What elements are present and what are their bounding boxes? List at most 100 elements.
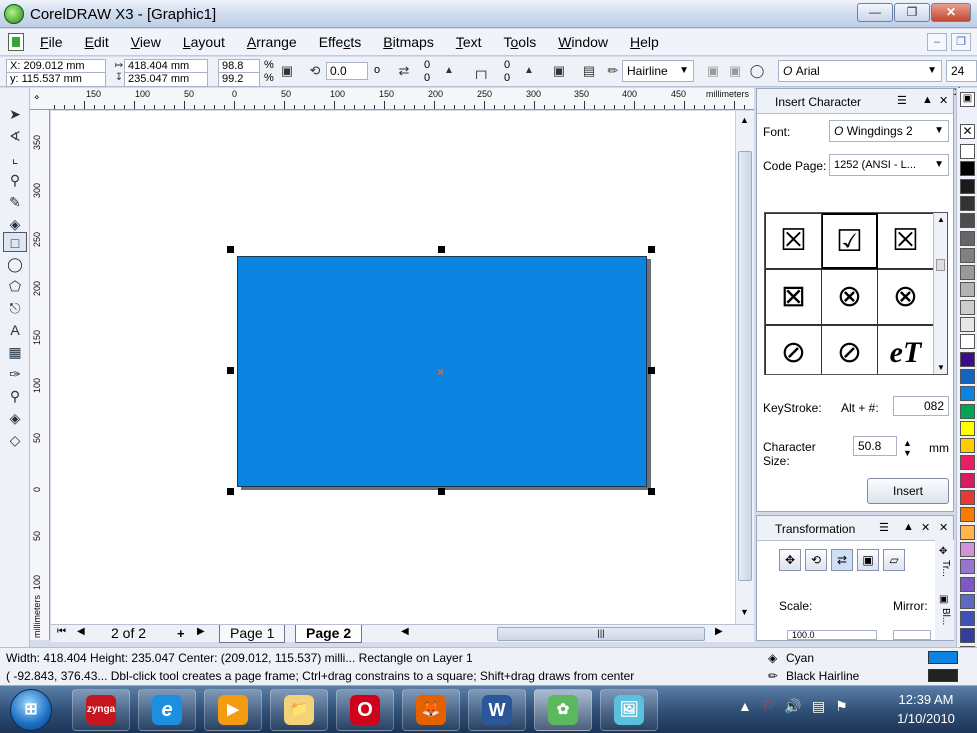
- height-field[interactable]: 235.047 mm: [124, 72, 208, 87]
- color-swatch[interactable]: [960, 299, 975, 315]
- docker-close-icon[interactable]: ✕: [939, 94, 948, 107]
- color-swatch[interactable]: [960, 213, 975, 229]
- selection-handle[interactable]: [438, 488, 445, 495]
- taskbar-firefox[interactable]: 🦊: [402, 689, 460, 731]
- previous-page-icon[interactable]: ◀: [77, 626, 85, 637]
- color-swatch[interactable]: [960, 178, 975, 194]
- palette-menu-icon[interactable]: ▣: [960, 92, 975, 107]
- pick-tool-icon[interactable]: ➤: [3, 104, 27, 124]
- menu-edit[interactable]: Edit: [85, 34, 109, 50]
- color-swatch[interactable]: [960, 524, 975, 540]
- color-swatch[interactable]: [960, 317, 975, 332]
- corner-4-value[interactable]: 0: [504, 72, 510, 84]
- selection-handle[interactable]: [648, 488, 655, 495]
- no-fill-swatch[interactable]: ✕: [960, 124, 975, 139]
- font-size-select[interactable]: 24 pt: [946, 60, 977, 98]
- lock-ratio-icon[interactable]: ▣: [278, 62, 296, 80]
- color-swatch[interactable]: [960, 334, 975, 350]
- color-swatch[interactable]: [960, 593, 975, 609]
- menu-arrange[interactable]: Arrange: [247, 34, 297, 50]
- mirror-icon[interactable]: ⇄: [395, 62, 413, 80]
- restore-button[interactable]: ❐: [894, 3, 930, 22]
- corner-1-value[interactable]: 0: [424, 59, 430, 71]
- taskbar-media-player[interactable]: ▶: [204, 689, 262, 731]
- rectangle-tool-icon[interactable]: □: [3, 232, 27, 252]
- color-swatch[interactable]: [960, 403, 975, 419]
- color-swatch[interactable]: [960, 368, 975, 384]
- size-icon[interactable]: ▣: [857, 549, 879, 571]
- color-swatch[interactable]: [960, 628, 975, 644]
- menu-tools[interactable]: Tools: [504, 34, 537, 50]
- insert-button[interactable]: Insert: [867, 478, 949, 504]
- color-swatch[interactable]: [960, 576, 975, 592]
- selection-handle[interactable]: [438, 246, 445, 253]
- polygon-tool-icon[interactable]: ⬠: [3, 276, 27, 296]
- vertical-scrollbar[interactable]: ▲ ▼: [735, 111, 754, 624]
- docker-close-icon[interactable]: ✕: [921, 521, 930, 534]
- y-position-field[interactable]: y: 115.537 mm: [6, 72, 106, 87]
- taskbar-internet-explorer[interactable]: e: [138, 689, 196, 731]
- character-grid-scrollbar[interactable]: ▲ ▼: [933, 213, 947, 374]
- zoom-tool-icon[interactable]: ⚲: [3, 170, 27, 190]
- doc-restore-button[interactable]: ❐: [951, 33, 971, 51]
- tab-page-1[interactable]: Page 1: [219, 625, 286, 643]
- ruler-origin-icon[interactable]: ⋄: [34, 92, 40, 103]
- color-swatch[interactable]: [960, 386, 975, 402]
- rotation-center-icon[interactable]: ×: [437, 365, 444, 379]
- taskbar-explorer[interactable]: 📁: [270, 689, 328, 731]
- text-tool-icon[interactable]: A: [3, 320, 27, 340]
- show-hidden-icons[interactable]: ▲: [738, 698, 752, 715]
- round-corners-icon[interactable]: ▣: [550, 62, 568, 80]
- outline-width-select[interactable]: Hairline ▼: [622, 60, 694, 82]
- docker-collapse-icon[interactable]: ▲: [922, 94, 933, 106]
- color-swatch[interactable]: [960, 438, 975, 454]
- document-icon[interactable]: [8, 33, 24, 51]
- menu-text[interactable]: Text: [456, 34, 482, 50]
- menu-effects[interactable]: Effects: [319, 34, 362, 50]
- to-front-icon[interactable]: ▣: [704, 62, 722, 80]
- code-page-select[interactable]: 1252 (ANSI - L... ▼: [829, 154, 949, 176]
- scale-field[interactable]: 100.0: [787, 630, 877, 640]
- character-cell[interactable]: ☒: [765, 213, 822, 269]
- character-font-select[interactable]: O Wingdings 2 ▼: [829, 120, 949, 142]
- fill-color-swatch[interactable]: [928, 651, 958, 664]
- keystroke-field[interactable]: 082: [893, 396, 949, 416]
- to-back-icon[interactable]: ▣: [726, 62, 744, 80]
- horizontal-ruler[interactable]: ⋄ millimeters 150 100 50 0 50 100 150 200 250 300…: [30, 88, 754, 110]
- color-swatch[interactable]: [960, 490, 975, 505]
- smart-fill-tool-icon[interactable]: ◈: [3, 214, 27, 234]
- add-page-icon[interactable]: +: [177, 626, 185, 641]
- selection-handle[interactable]: [227, 488, 234, 495]
- wrap-text-icon[interactable]: ▤: [580, 62, 598, 80]
- vertical-scroll-thumb[interactable]: [738, 151, 752, 581]
- crop-tool-icon[interactable]: ⌞: [3, 148, 27, 168]
- spinner-icon-2[interactable]: ▲: [520, 62, 538, 80]
- close-button[interactable]: ✕: [931, 3, 971, 22]
- shape-tool-icon[interactable]: ∢: [3, 126, 27, 146]
- outline-tool-icon[interactable]: ⚲: [3, 386, 27, 406]
- tab-page-2[interactable]: Page 2: [295, 625, 363, 643]
- transform-tab-icon[interactable]: ✥: [939, 546, 947, 557]
- system-clock[interactable]: 12:39 AM 1/10/2010: [886, 690, 966, 728]
- convert-to-curves-icon[interactable]: ◯: [748, 62, 766, 80]
- color-swatch[interactable]: [960, 541, 975, 557]
- scroll-right-icon[interactable]: ▶: [715, 626, 723, 637]
- color-swatch[interactable]: [960, 559, 975, 575]
- skew-icon[interactable]: ▱: [883, 549, 905, 571]
- docker-close-all-icon[interactable]: ✕: [939, 521, 948, 534]
- fill-tool-icon[interactable]: ◈: [3, 408, 27, 428]
- character-cell[interactable]: eT: [877, 325, 934, 374]
- color-swatch[interactable]: [960, 247, 975, 263]
- docker-grip-icon[interactable]: ☰: [879, 521, 889, 534]
- interactive-fill-tool-icon[interactable]: ◇: [3, 430, 27, 450]
- size-spinner-icon[interactable]: ▲ ▼: [903, 438, 912, 458]
- action-center-icon[interactable]: ⚑: [835, 698, 848, 715]
- color-swatch[interactable]: [960, 282, 975, 298]
- volume-icon[interactable]: 🔊: [784, 698, 801, 715]
- selection-handle[interactable]: [648, 367, 655, 374]
- character-grid[interactable]: eT ⊘ ⊘ ⊗ ⊗ ⊠ ☒ ☑ ☒ ▲ ▼: [764, 212, 948, 375]
- menu-layout[interactable]: Layout: [183, 34, 225, 50]
- color-swatch[interactable]: [960, 265, 975, 281]
- taskbar-zynga[interactable]: zynga: [72, 689, 130, 731]
- scroll-left-icon[interactable]: ◀: [401, 626, 409, 637]
